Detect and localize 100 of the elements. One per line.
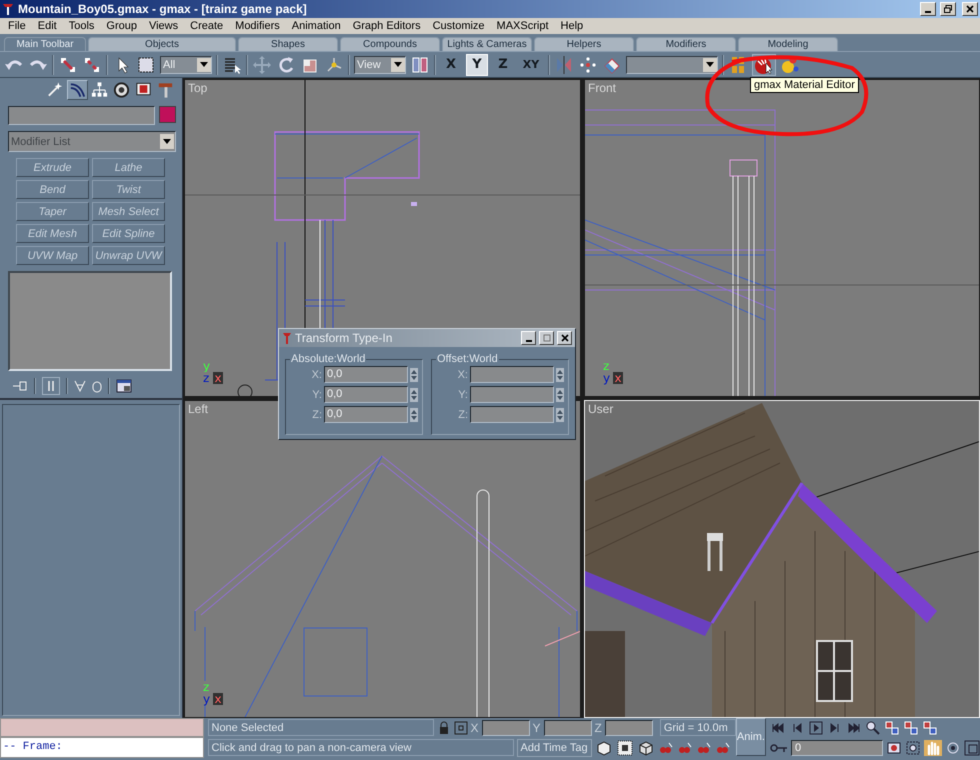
axis-label: Z: (312, 408, 322, 420)
toolbar-tab[interactable]: Compounds (340, 37, 440, 51)
absolute-mode-icon[interactable] (454, 720, 468, 734)
viewport-label[interactable]: Top (188, 81, 208, 95)
reference-coordinate-dropdown[interactable]: View (354, 56, 406, 74)
maximize-viewport-icon[interactable] (964, 740, 980, 756)
viewport-label[interactable]: Left (188, 402, 208, 416)
spinner-icon[interactable] (410, 408, 418, 422)
pattern-icon[interactable] (616, 738, 634, 756)
dropdown-arrow-icon (163, 139, 171, 144)
anim-button[interactable]: Anim. (736, 718, 766, 756)
box-icon[interactable] (594, 738, 613, 756)
coordinate-label: X (470, 720, 479, 734)
number-field[interactable]: 0,0 (324, 366, 408, 383)
cube-icon[interactable] (636, 738, 655, 756)
toolbar-tab[interactable]: Helpers (534, 37, 634, 51)
toolbar-tab[interactable]: Objects (88, 37, 236, 51)
add-time-tag-button[interactable]: Add Time Tag (516, 738, 592, 756)
coordinate-label: Z (594, 720, 602, 734)
command-panel-tab[interactable] (111, 80, 132, 100)
object-name-field[interactable] (8, 106, 155, 125)
coordinate-field[interactable] (604, 720, 653, 736)
toolbar-tab[interactable]: Lights & Cameras (442, 37, 532, 51)
minimize-button[interactable] (521, 331, 536, 345)
toolbar-tab[interactable]: Modifiers (636, 37, 736, 51)
number-field[interactable]: 0,0 (324, 406, 408, 423)
zoom-icon[interactable] (865, 720, 881, 736)
number-field[interactable] (470, 406, 554, 423)
close-button[interactable] (557, 331, 572, 345)
close-button[interactable] (962, 2, 978, 16)
region-select-icon[interactable] (136, 54, 156, 74)
configure-sets-icon[interactable] (116, 379, 132, 393)
show-end-result-icon[interactable] (42, 377, 60, 395)
frame-field[interactable]: 0 (791, 740, 883, 756)
axis-constraint-button[interactable]: Z (492, 54, 514, 76)
listener-output: -- Frame: (0, 737, 204, 758)
menu-item[interactable]: Animation (286, 20, 347, 32)
menu-item[interactable]: Tools (62, 20, 100, 32)
spinner-icon[interactable] (556, 368, 564, 382)
menu-item[interactable]: Create (184, 20, 230, 32)
play-icon[interactable] (808, 720, 824, 736)
group-label: Offset:World (436, 353, 499, 365)
viewport[interactable]: User (584, 400, 980, 718)
toolbar-tab[interactable]: Main Toolbar (4, 37, 86, 51)
grid-size-label: Grid = 10.0m (660, 719, 736, 736)
menu-item[interactable]: MAXScript (490, 20, 555, 32)
menu-item[interactable]: Help (554, 20, 590, 32)
axis-label: X: (312, 368, 322, 380)
menu-item[interactable]: Group (100, 20, 143, 32)
app-logo-icon (282, 332, 292, 344)
coordinate-label: Y (532, 720, 541, 734)
menu-item[interactable]: File (2, 20, 32, 32)
object-color-swatch[interactable] (159, 106, 176, 123)
menu-item[interactable]: Views (142, 20, 184, 32)
key-mode-icon[interactable] (770, 742, 788, 754)
command-panel-tab[interactable] (67, 80, 88, 100)
spinner-icon[interactable] (410, 388, 418, 402)
region-zoom-icon[interactable] (905, 740, 921, 756)
restore-button[interactable] (940, 2, 956, 16)
pin-stack-icon[interactable] (12, 379, 28, 393)
pan-hand-icon[interactable] (924, 740, 942, 756)
modifier-list-dropdown[interactable]: Modifier List (8, 131, 176, 152)
number-field[interactable] (470, 366, 554, 383)
coordinate-field[interactable] (544, 720, 592, 736)
dialog-title: Transform Type-In (295, 331, 392, 345)
modifier-stack-list[interactable] (8, 271, 172, 371)
menu-item[interactable]: Customize (426, 20, 491, 32)
app-logo-icon (2, 2, 14, 16)
axis-label: y (203, 693, 213, 705)
selection-filter-dropdown[interactable]: All (160, 56, 212, 74)
viewport-label[interactable]: Front (588, 81, 616, 95)
toolbar-tab[interactable]: Shapes (238, 37, 338, 51)
viewport-label[interactable]: User (588, 402, 614, 416)
named-selection-dropdown[interactable] (626, 56, 718, 74)
menu-item[interactable]: Graph Editors (346, 20, 427, 32)
spinner-icon[interactable] (556, 408, 564, 422)
minimize-button[interactable] (920, 2, 936, 16)
menu-item[interactable]: Edit (32, 20, 63, 32)
number-field[interactable] (470, 386, 554, 403)
minimize-icon (526, 340, 532, 342)
axis-constraint-button[interactable]: Y (466, 54, 488, 76)
mirror-icon[interactable] (554, 54, 574, 74)
maximize-icon (542, 334, 550, 342)
array-icon[interactable] (578, 54, 598, 74)
axis-constraint-button[interactable]: XY (518, 54, 544, 76)
coordinate-field[interactable] (482, 720, 530, 736)
axis-label: x (613, 372, 623, 384)
axis-constraint-button[interactable]: X (440, 54, 462, 76)
number-field[interactable]: 0,0 (324, 386, 408, 403)
menu-item[interactable]: Modifiers (229, 20, 286, 32)
maximize-button[interactable] (539, 331, 554, 345)
spinner-icon[interactable] (410, 368, 418, 382)
listener-input[interactable] (0, 718, 204, 737)
minimize-icon (925, 11, 931, 13)
spinner-icon[interactable] (556, 388, 564, 402)
close-icon (560, 334, 568, 342)
restore-icon (944, 5, 952, 13)
dropdown-arrow-icon (706, 62, 714, 67)
toolbar-tab[interactable]: Modeling (738, 37, 838, 51)
axis-label: x (213, 372, 223, 384)
